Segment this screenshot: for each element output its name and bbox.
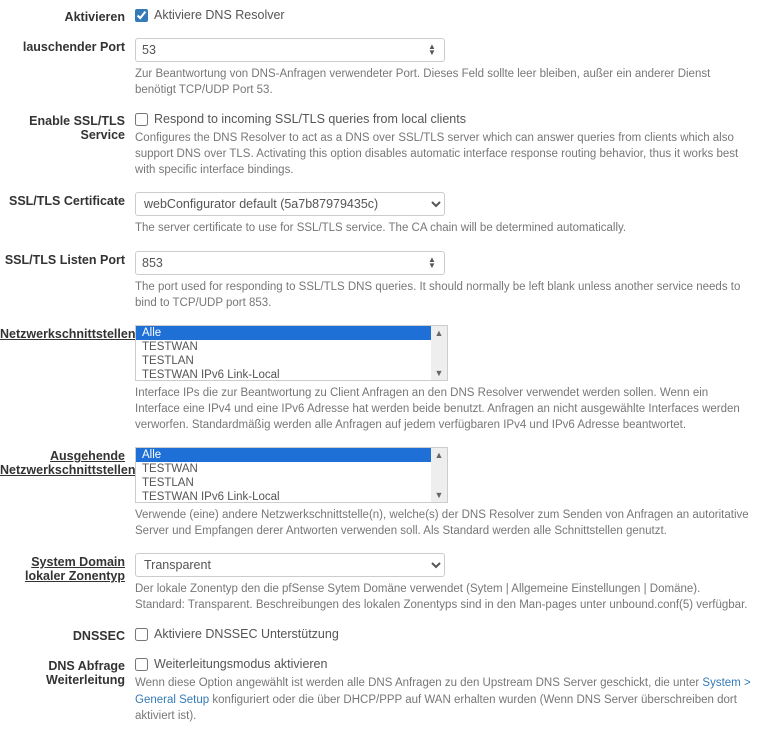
ssl-port-value: 853	[142, 256, 163, 270]
row-ssl-enable: Enable SSL/TLS Service Respond to incomi…	[0, 104, 760, 184]
row-net-if: Netzwerkschnittstellen Alle TESTWAN TEST…	[0, 317, 760, 439]
net-if-option[interactable]: TESTWAN	[136, 340, 431, 354]
label-ssl-enable: Enable SSL/TLS Service	[0, 110, 135, 142]
row-out-if: Ausgehende Netzwerkschnittstellen Alle T…	[0, 439, 760, 545]
ssl-enable-checkbox-label: Respond to incoming SSL/TLS queries from…	[154, 112, 466, 126]
dnssec-checkbox-label: Aktiviere DNSSEC Unterstützung	[154, 627, 339, 641]
chevron-down-icon[interactable]: ▼	[435, 368, 444, 378]
ssl-cert-select[interactable]: webConfigurator default (5a7b87979435c)	[135, 192, 445, 216]
label-fwd: DNS Abfrage Weiterleitung	[0, 655, 135, 687]
dnssec-checkbox-wrap[interactable]: Aktiviere DNSSEC Unterstützung	[135, 627, 752, 641]
row-dnssec: DNSSEC Aktiviere DNSSEC Unterstützung	[0, 619, 760, 649]
fwd-help-post: konfiguriert oder die über DHCP/PPP auf …	[135, 694, 737, 722]
listen-port-stepper[interactable]: ▲▼	[426, 44, 438, 56]
ssl-cert-help: The server certificate to use for SSL/TL…	[135, 220, 752, 236]
out-if-select[interactable]: Alle TESTWAN TESTLAN TESTWAN IPv6 Link-L…	[135, 447, 448, 503]
zone-help: Der lokale Zonentyp den die pfSense Syte…	[135, 581, 752, 613]
out-if-help: Verwende (eine) andere Netzwerkschnittst…	[135, 507, 752, 539]
fwd-help: Wenn diese Option angewählt ist werden a…	[135, 675, 752, 723]
dnssec-checkbox[interactable]	[135, 628, 148, 641]
out-if-option-alle[interactable]: Alle	[136, 448, 431, 462]
ssl-enable-help: Configures the DNS Resolver to act as a …	[135, 130, 752, 178]
row-enable: Aktivieren Aktiviere DNS Resolver	[0, 0, 760, 30]
chevron-up-icon[interactable]: ▲	[435, 450, 444, 460]
label-out-if: Ausgehende Netzwerkschnittstellen	[0, 445, 135, 477]
zone-select[interactable]: Transparent	[135, 553, 445, 577]
out-if-option[interactable]: TESTWAN	[136, 462, 431, 476]
label-ssl-cert: SSL/TLS Certificate	[0, 190, 135, 208]
ssl-enable-checkbox[interactable]	[135, 113, 148, 126]
enable-checkbox-wrap[interactable]: Aktiviere DNS Resolver	[135, 8, 752, 22]
net-if-select[interactable]: Alle TESTWAN TESTLAN TESTWAN IPv6 Link-L…	[135, 325, 448, 381]
label-dnssec: DNSSEC	[0, 625, 135, 643]
listen-port-value: 53	[142, 43, 156, 57]
label-listen-port: lauschender Port	[0, 36, 135, 54]
row-ssl-cert: SSL/TLS Certificate webConfigurator defa…	[0, 184, 760, 242]
fwd-checkbox[interactable]	[135, 658, 148, 671]
label-enable: Aktivieren	[0, 6, 135, 24]
out-if-option[interactable]: TESTWAN IPv6 Link-Local	[136, 490, 431, 502]
net-if-scrollbar[interactable]: ▲▼	[431, 326, 447, 380]
chevron-up-icon[interactable]: ▲	[435, 328, 444, 338]
net-if-option[interactable]: TESTWAN IPv6 Link-Local	[136, 368, 431, 380]
label-zone: System Domain lokaler Zonentyp	[0, 551, 135, 583]
out-if-option[interactable]: TESTLAN	[136, 476, 431, 490]
row-listen-port: lauschender Port 53 ▲▼ Zur Beantwortung …	[0, 30, 760, 104]
ssl-port-help: The port used for responding to SSL/TLS …	[135, 279, 752, 311]
listen-port-help: Zur Beantwortung von DNS-Anfragen verwen…	[135, 66, 752, 98]
listen-port-input[interactable]: 53 ▲▼	[135, 38, 445, 62]
net-if-option-alle[interactable]: Alle	[136, 326, 431, 340]
label-ssl-port: SSL/TLS Listen Port	[0, 249, 135, 267]
out-if-scrollbar[interactable]: ▲▼	[431, 448, 447, 502]
row-fwd: DNS Abfrage Weiterleitung Weiterleitungs…	[0, 649, 760, 729]
label-net-if: Netzwerkschnittstellen	[0, 323, 135, 341]
fwd-checkbox-wrap[interactable]: Weiterleitungsmodus aktivieren	[135, 657, 752, 671]
ssl-enable-checkbox-wrap[interactable]: Respond to incoming SSL/TLS queries from…	[135, 112, 752, 126]
chevron-down-icon[interactable]: ▼	[435, 490, 444, 500]
row-zone: System Domain lokaler Zonentyp Transpare…	[0, 545, 760, 619]
ssl-port-stepper[interactable]: ▲▼	[426, 257, 438, 269]
enable-checkbox[interactable]	[135, 9, 148, 22]
fwd-checkbox-label: Weiterleitungsmodus aktivieren	[154, 657, 327, 671]
net-if-option[interactable]: TESTLAN	[136, 354, 431, 368]
fwd-help-pre: Wenn diese Option angewählt ist werden a…	[135, 677, 702, 689]
net-if-help: Interface IPs die zur Beantwortung zu Cl…	[135, 385, 752, 433]
ssl-port-input[interactable]: 853 ▲▼	[135, 251, 445, 275]
row-ssl-port: SSL/TLS Listen Port 853 ▲▼ The port used…	[0, 243, 760, 317]
enable-checkbox-label: Aktiviere DNS Resolver	[154, 8, 285, 22]
